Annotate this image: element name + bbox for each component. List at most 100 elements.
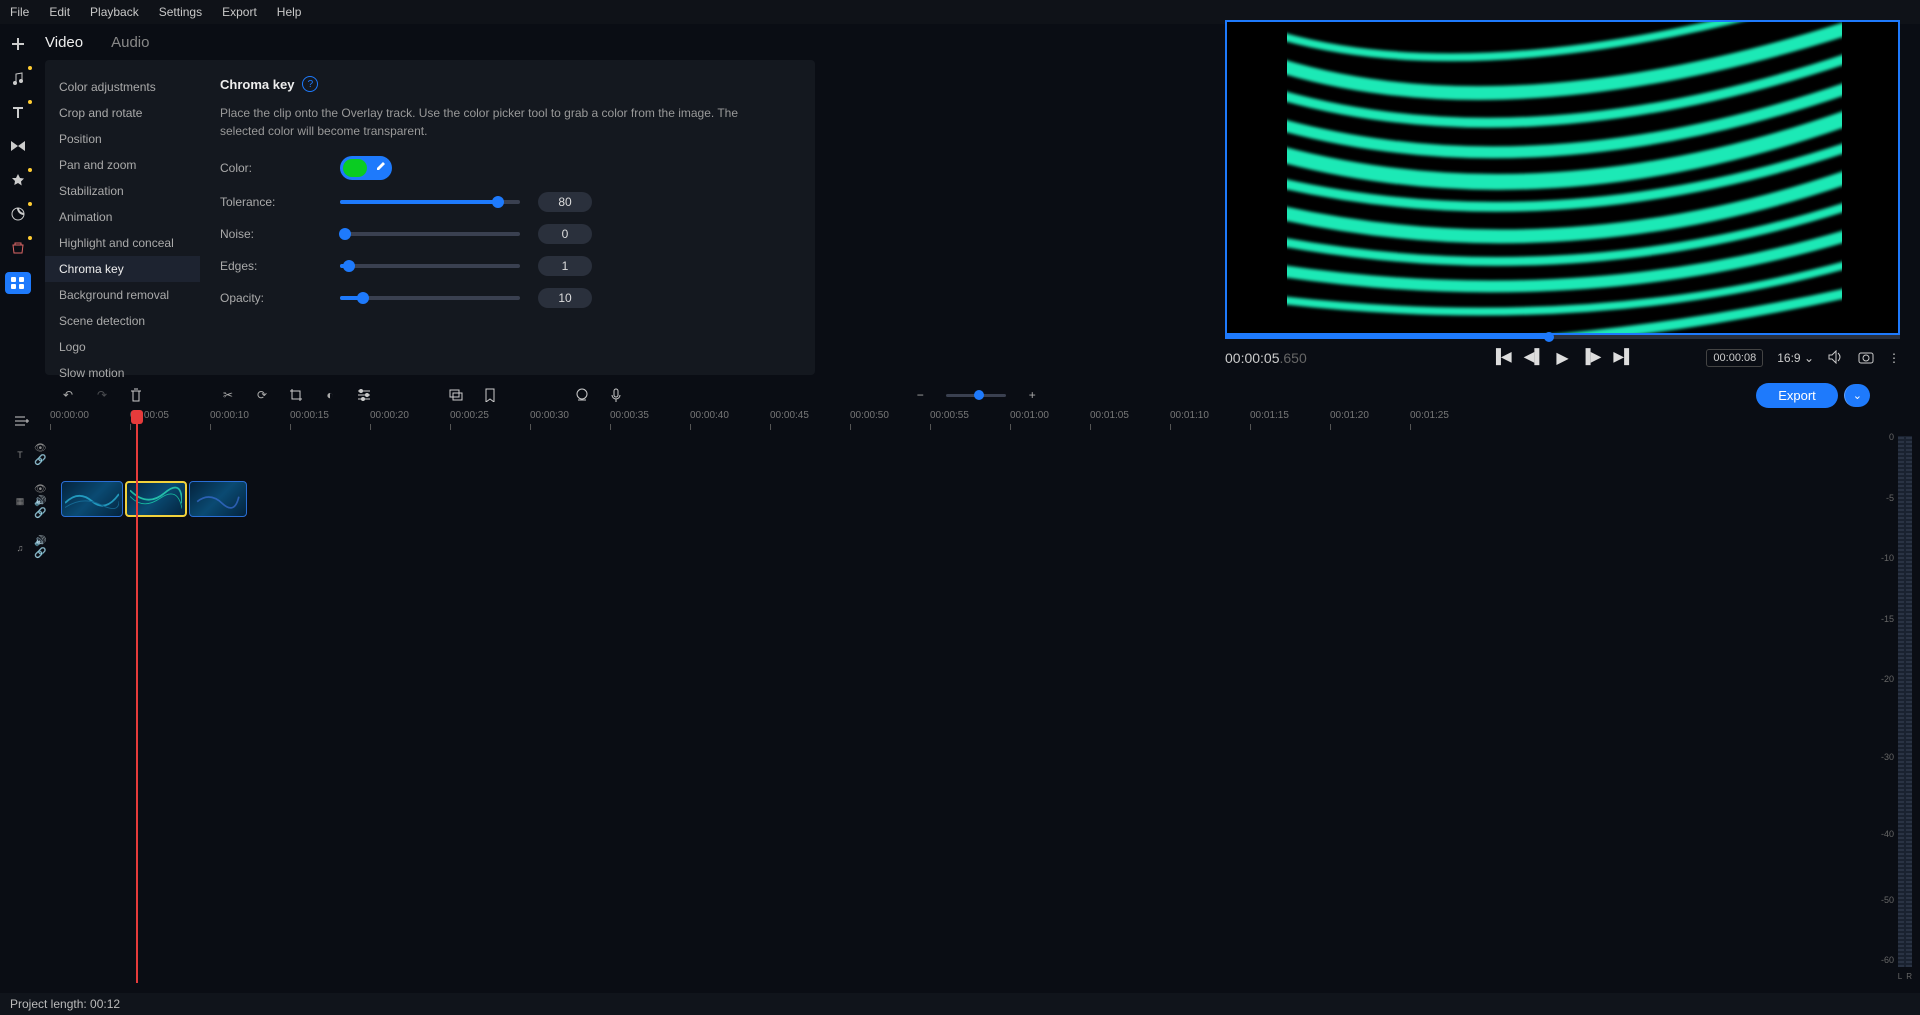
redo-icon[interactable]: ↷	[94, 387, 110, 403]
slider-value-0[interactable]: 80	[538, 192, 592, 212]
effect-position[interactable]: Position	[45, 126, 200, 152]
eye-icon[interactable]: 👁	[34, 443, 47, 454]
help-icon[interactable]: ?	[302, 76, 318, 92]
webcam-icon[interactable]	[574, 387, 590, 403]
slider-3[interactable]	[340, 296, 520, 300]
eye-icon[interactable]: 👁	[34, 484, 47, 495]
mic-icon[interactable]	[608, 387, 624, 403]
eyedropper-icon[interactable]	[371, 161, 389, 176]
zoom-in-icon[interactable]: +	[1024, 387, 1040, 403]
aspect-ratio[interactable]: 16:9 ⌄	[1777, 351, 1814, 365]
effect-panel: Color adjustments Crop and rotate Positi…	[45, 60, 815, 375]
slider-value-3[interactable]: 10	[538, 288, 592, 308]
delete-icon[interactable]	[128, 387, 144, 403]
export-button[interactable]: Export	[1756, 383, 1838, 408]
ruler-tick: 00:00:30	[530, 410, 610, 430]
clip-1[interactable]	[61, 481, 123, 517]
menu-help[interactable]: Help	[277, 5, 302, 19]
snapshot-icon[interactable]	[1858, 350, 1874, 367]
preview-duration[interactable]: 00:00:08	[1706, 349, 1763, 367]
track-head-text[interactable]: T	[0, 450, 34, 460]
track-head-video[interactable]: ▦	[0, 496, 34, 507]
ruler-tick: 00:00:50	[850, 410, 930, 430]
meter-r: R	[1906, 972, 1912, 981]
track-text: T 👁🔗	[0, 432, 1860, 477]
ruler-tick: 00:00:00	[50, 410, 130, 430]
preview-frame[interactable]	[1225, 20, 1900, 335]
track-lane-video[interactable]	[61, 477, 1860, 525]
link-icon[interactable]: 🔗	[34, 548, 46, 559]
slider-1[interactable]	[340, 232, 520, 236]
music-icon[interactable]	[8, 68, 28, 88]
rotate-icon[interactable]: ⟳	[254, 387, 270, 403]
play-icon[interactable]: ▶	[1556, 348, 1568, 368]
volume-icon[interactable]	[1828, 350, 1844, 367]
menu-playback[interactable]: Playback	[90, 5, 139, 19]
clip-3[interactable]	[189, 481, 247, 517]
playhead[interactable]	[136, 410, 138, 983]
menu-settings[interactable]: Settings	[159, 5, 202, 19]
prev-clip-icon[interactable]: ▐◀	[1491, 348, 1512, 368]
menu-export[interactable]: Export	[222, 5, 257, 19]
mute-icon[interactable]: 🔊	[34, 536, 46, 547]
meter-label: -40	[1870, 829, 1894, 839]
undo-icon[interactable]: ↶	[60, 387, 76, 403]
crop-icon[interactable]	[288, 387, 304, 403]
zoom-slider[interactable]	[946, 394, 1006, 397]
adjust-icon[interactable]	[356, 387, 372, 403]
stickers-icon[interactable]	[8, 204, 28, 224]
track-head-audio[interactable]: ♫	[0, 543, 34, 553]
effect-color-adjustments[interactable]: Color adjustments	[45, 74, 200, 100]
link-icon[interactable]: 🔗	[34, 455, 47, 466]
slider-thumb-0[interactable]	[492, 196, 504, 208]
zoom-thumb[interactable]	[974, 390, 984, 400]
zoom-out-icon[interactable]: −	[912, 387, 928, 403]
effect-scene-detection[interactable]: Scene detection	[45, 308, 200, 334]
add-track-icon[interactable]	[14, 414, 30, 431]
more-icon[interactable]: ⋮	[1888, 351, 1900, 365]
tab-video[interactable]: Video	[45, 34, 83, 51]
add-icon[interactable]	[8, 34, 28, 54]
marker-icon[interactable]	[482, 387, 498, 403]
preview-progress[interactable]	[1225, 335, 1900, 339]
menu-edit[interactable]: Edit	[49, 5, 70, 19]
mute-icon[interactable]: 🔊	[34, 496, 47, 507]
next-clip-icon[interactable]: ▶▌	[1613, 348, 1634, 368]
effect-crop-rotate[interactable]: Crop and rotate	[45, 100, 200, 126]
export-dropdown[interactable]: ⌄	[1844, 384, 1870, 407]
slider-thumb-2[interactable]	[343, 260, 355, 272]
effect-background-removal[interactable]: Background removal	[45, 282, 200, 308]
effect-pan-zoom[interactable]: Pan and zoom	[45, 152, 200, 178]
step-forward-icon[interactable]: ▐▶	[1581, 348, 1602, 368]
timeline-ruler[interactable]: 00:00:0000:00:0500:00:1000:00:1500:00:20…	[50, 410, 1860, 430]
effect-stabilization[interactable]: Stabilization	[45, 178, 200, 204]
slider-value-2[interactable]: 1	[538, 256, 592, 276]
text-icon[interactable]	[8, 102, 28, 122]
progress-thumb[interactable]	[1544, 332, 1554, 342]
track-lane-audio[interactable]	[60, 525, 1860, 570]
adjustments-icon[interactable]	[5, 272, 31, 294]
cut-icon[interactable]: ✂	[220, 387, 236, 403]
effects-icon[interactable]	[8, 170, 28, 190]
track-lane-text[interactable]	[61, 432, 1860, 477]
effect-logo[interactable]: Logo	[45, 334, 200, 360]
overlay-icon[interactable]	[448, 387, 464, 403]
transition-icon[interactable]	[8, 136, 28, 156]
meter-label: -60	[1870, 955, 1894, 965]
clip-2[interactable]	[125, 481, 187, 517]
link-icon[interactable]: 🔗	[34, 508, 47, 519]
slider-0[interactable]	[340, 200, 520, 204]
step-back-icon[interactable]: ◀▌	[1524, 348, 1545, 368]
effect-highlight-conceal[interactable]: Highlight and conceal	[45, 230, 200, 256]
color-icon[interactable]: ◐	[322, 387, 338, 403]
menu-file[interactable]: File	[10, 5, 29, 19]
effect-chroma-key[interactable]: Chroma key	[45, 256, 200, 282]
slider-2[interactable]	[340, 264, 520, 268]
tab-audio[interactable]: Audio	[111, 34, 149, 51]
slider-thumb-3[interactable]	[357, 292, 369, 304]
slider-value-1[interactable]: 0	[538, 224, 592, 244]
effect-animation[interactable]: Animation	[45, 204, 200, 230]
shopping-icon[interactable]	[8, 238, 28, 258]
slider-thumb-1[interactable]	[339, 228, 351, 240]
color-picker[interactable]	[340, 156, 392, 180]
